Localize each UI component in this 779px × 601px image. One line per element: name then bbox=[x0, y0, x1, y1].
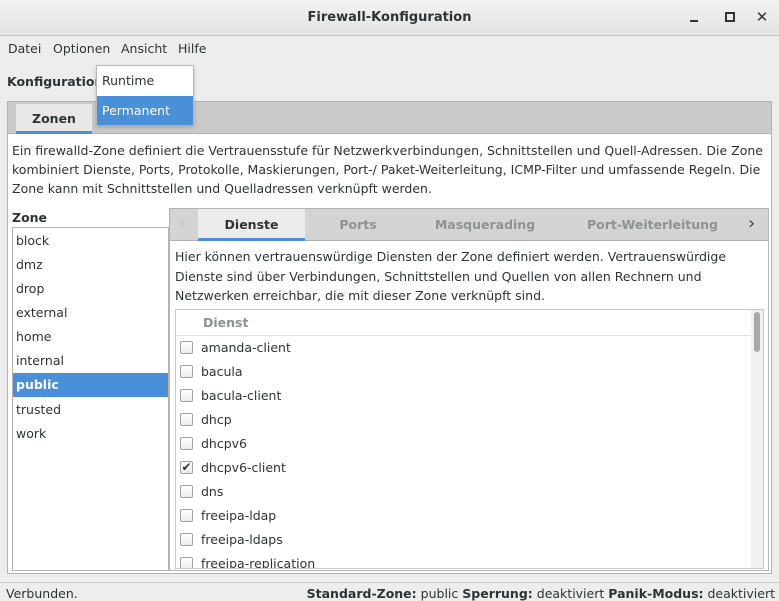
close-icon[interactable]: ✕ bbox=[753, 8, 771, 26]
service-label: freeipa-ldap bbox=[201, 508, 277, 523]
service-label: bacula bbox=[201, 364, 243, 379]
menu-datei[interactable]: Datei bbox=[8, 41, 41, 56]
option-permanent[interactable]: Permanent bbox=[97, 96, 193, 125]
service-label: dns bbox=[201, 484, 224, 499]
panic-label: Panik-Modus: bbox=[608, 586, 704, 601]
service-row[interactable]: dhcpv6 bbox=[176, 432, 751, 456]
menu-ansicht[interactable]: Ansicht bbox=[121, 41, 167, 56]
lockdown-value: deaktiviert bbox=[536, 586, 605, 601]
service-row[interactable]: bacula-client bbox=[176, 384, 751, 408]
konfiguration-label: Konfiguration: bbox=[7, 74, 109, 89]
konfiguration-dropdown[interactable]: Runtime Permanent bbox=[96, 65, 194, 125]
status-summary: Standard-Zone: public Sperrung: deaktivi… bbox=[307, 586, 775, 601]
checkbox[interactable] bbox=[180, 365, 193, 378]
zone-item-dmz[interactable]: dmz bbox=[13, 253, 168, 277]
zone-list-title: Zone bbox=[12, 210, 48, 225]
zone-item-trusted[interactable]: trusted bbox=[13, 398, 168, 422]
scrollbar-thumb[interactable] bbox=[754, 312, 760, 352]
inner-tab-bar: ‹ Dienste Ports Masquerading Port-Weiter… bbox=[169, 208, 769, 241]
panic-value: deaktiviert bbox=[707, 586, 776, 601]
tab-dienste[interactable]: Dienste bbox=[198, 209, 305, 241]
services-scrollbar[interactable] bbox=[751, 310, 763, 568]
connection-status: Verbunden. bbox=[6, 586, 78, 601]
checkbox[interactable] bbox=[180, 413, 193, 426]
default-zone-label: Standard-Zone: bbox=[306, 586, 417, 601]
services-list[interactable]: Dienst amanda-client bacula bacula-clien… bbox=[175, 309, 764, 569]
zone-item-block[interactable]: block bbox=[13, 229, 168, 253]
service-label: dhcp bbox=[201, 412, 232, 427]
service-row[interactable]: dhcp bbox=[176, 408, 751, 432]
zone-item-home[interactable]: home bbox=[13, 325, 168, 349]
checkbox[interactable] bbox=[180, 557, 193, 568]
checkbox[interactable] bbox=[180, 509, 193, 522]
checkbox[interactable] bbox=[180, 533, 193, 546]
column-header-dienst[interactable]: Dienst bbox=[203, 315, 248, 330]
tab-masquerading[interactable]: Masquerading bbox=[425, 209, 545, 241]
minimize-icon[interactable] bbox=[686, 8, 704, 26]
zone-item-public[interactable]: public bbox=[13, 373, 168, 397]
checkbox[interactable] bbox=[180, 485, 193, 498]
menu-hilfe[interactable]: Hilfe bbox=[178, 41, 206, 56]
chevron-right-icon[interactable]: › bbox=[748, 213, 755, 234]
option-runtime[interactable]: Runtime bbox=[97, 66, 193, 95]
service-label: bacula-client bbox=[201, 388, 282, 403]
checkmark-icon: ✔ bbox=[181, 460, 192, 474]
service-row[interactable]: ✔ dhcpv6-client bbox=[176, 456, 751, 480]
chevron-left-icon[interactable]: ‹ bbox=[179, 213, 186, 234]
checkbox[interactable] bbox=[180, 437, 193, 450]
service-label: amanda-client bbox=[201, 340, 291, 355]
zone-item-drop[interactable]: drop bbox=[13, 277, 168, 301]
zone-item-work[interactable]: work bbox=[13, 422, 168, 446]
service-label: dhcpv6 bbox=[201, 436, 248, 451]
default-zone-value: public bbox=[420, 586, 459, 601]
zone-list[interactable]: block dmz drop external home internal pu… bbox=[12, 227, 169, 571]
zone-item-external[interactable]: external bbox=[13, 301, 168, 325]
service-label: dhcpv6-client bbox=[201, 460, 286, 475]
zone-description: Ein firewalld-Zone definiert die Vertrau… bbox=[12, 143, 763, 196]
checkbox[interactable] bbox=[180, 389, 193, 402]
lockdown-label: Sperrung: bbox=[462, 586, 533, 601]
menu-bar: Datei Optionen Ansicht Hilfe bbox=[0, 36, 779, 61]
tab-zonen[interactable]: Zonen bbox=[16, 104, 92, 134]
tab-port-weiterleitung[interactable]: Port-Weiterleitung bbox=[580, 209, 725, 241]
service-label: freeipa-replication bbox=[201, 556, 316, 569]
service-row[interactable]: amanda-client bbox=[176, 336, 751, 360]
service-row[interactable]: bacula bbox=[176, 360, 751, 384]
status-bar: Verbunden. Standard-Zone: public Sperrun… bbox=[0, 582, 779, 601]
title-bar: Firewall-Konfiguration ✕ bbox=[0, 0, 779, 36]
menu-optionen[interactable]: Optionen bbox=[53, 41, 110, 56]
checkbox-checked[interactable]: ✔ bbox=[180, 461, 193, 474]
tab-ports[interactable]: Ports bbox=[325, 209, 391, 241]
zone-item-internal[interactable]: internal bbox=[13, 349, 168, 373]
service-row[interactable]: freeipa-ldaps bbox=[176, 528, 751, 552]
checkbox[interactable] bbox=[180, 341, 193, 354]
service-row[interactable]: freeipa-replication bbox=[176, 552, 751, 569]
service-row[interactable]: freeipa-ldap bbox=[176, 504, 751, 528]
service-row[interactable]: dns bbox=[176, 480, 751, 504]
services-description: Hier können vertrauenswürdige Diensten d… bbox=[175, 249, 727, 303]
maximize-icon[interactable] bbox=[721, 8, 739, 26]
window-title: Firewall-Konfiguration bbox=[307, 10, 472, 25]
service-label: freeipa-ldaps bbox=[201, 532, 283, 547]
